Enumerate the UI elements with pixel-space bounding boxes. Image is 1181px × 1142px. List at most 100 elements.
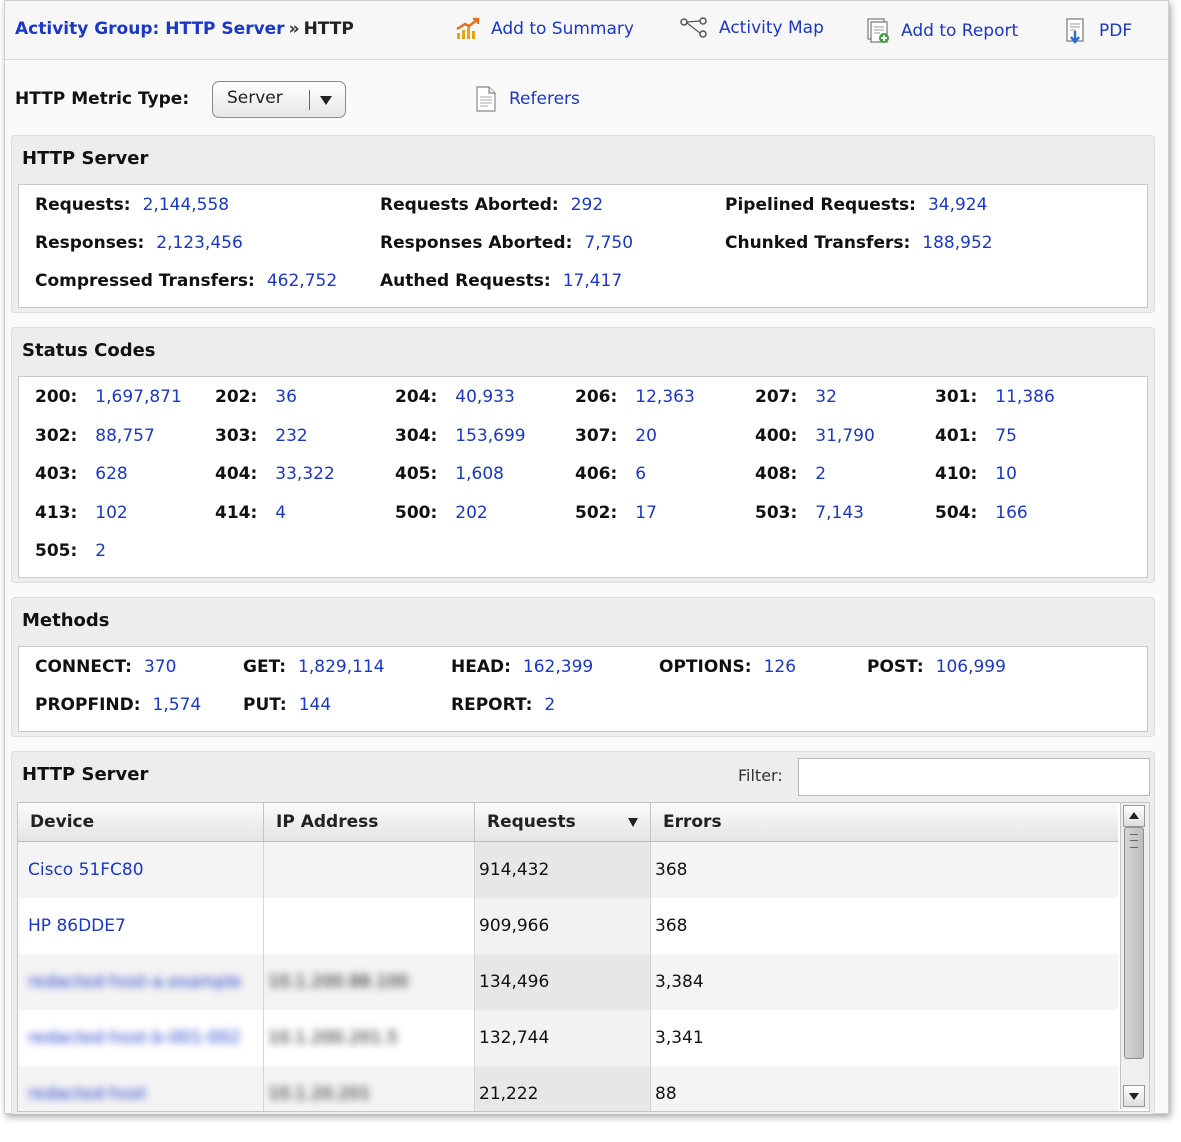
- method-value: 162,399: [522, 657, 594, 677]
- vertical-scrollbar[interactable]: [1120, 803, 1149, 1109]
- scroll-down-icon[interactable]: [1123, 1085, 1145, 1107]
- device-cell[interactable]: HP 86DDE7: [18, 898, 264, 954]
- scrollbar-thumb[interactable]: [1124, 827, 1144, 1059]
- errors-cell: 368: [651, 842, 1118, 898]
- column-header-errors[interactable]: Errors: [651, 803, 1118, 841]
- device-cell[interactable]: redacted-host: [18, 1066, 264, 1111]
- pdf-label: PDF: [1099, 21, 1133, 41]
- column-header-device[interactable]: Device: [18, 803, 264, 841]
- metric-type-select[interactable]: Server: [212, 81, 346, 118]
- methods-panel: Methods CONNECT: 370 GET: 1,829,114 HEAD: 162…: [11, 597, 1155, 737]
- activity-map-button[interactable]: Activity Map: [679, 17, 824, 39]
- method-item: HEAD: 162,399: [451, 657, 593, 677]
- errors-cell-text: 368: [655, 860, 688, 880]
- select-divider: [309, 90, 310, 110]
- add-to-report-button[interactable]: Add to Report: [865, 17, 1018, 45]
- method-item: PUT: 144: [243, 695, 331, 715]
- table-row[interactable]: HP 86DDE7 909,966 368: [18, 898, 1118, 954]
- status-code-value: 20: [635, 425, 657, 446]
- metric-type-row: HTTP Metric Type: Server Referers: [15, 81, 1155, 121]
- status-code-value: 10: [995, 464, 1017, 484]
- status-code-label: 202:: [215, 387, 258, 407]
- http-stat-value: 7,750: [584, 233, 634, 253]
- status-code-label: 303:: [215, 425, 258, 446]
- column-header-requests[interactable]: Requests: [475, 803, 651, 841]
- requests-cell-text: 21,222: [479, 1084, 539, 1104]
- method-label: GET:: [243, 657, 287, 677]
- errors-cell-text: 88: [655, 1084, 677, 1104]
- status-code-label: 302:: [35, 425, 78, 446]
- status-code-item: 202: 36: [215, 387, 297, 407]
- http-stat-item: Authed Requests: 17,417: [380, 271, 622, 291]
- method-item: GET: 1,829,114: [243, 657, 385, 677]
- scroll-up-icon[interactable]: [1123, 805, 1145, 827]
- status-code-value: 12,363: [635, 387, 695, 407]
- status-code-label: 505:: [35, 541, 78, 561]
- method-label: REPORT:: [451, 695, 533, 715]
- table-row[interactable]: redacted-host 10.1.20.201 21,222 88: [18, 1066, 1118, 1111]
- status-code-label: 503:: [755, 502, 798, 523]
- ip-cell: [264, 842, 475, 898]
- referers-link[interactable]: Referers: [475, 85, 580, 113]
- requests-cell-text: 134,496: [479, 972, 550, 992]
- column-header-ip-address[interactable]: IP Address: [264, 803, 475, 841]
- requests-cell-text: 909,966: [479, 916, 550, 936]
- device-cell[interactable]: redacted-host-a.example: [18, 954, 264, 1010]
- status-code-label: 307:: [575, 425, 618, 446]
- status-code-item: 505: 2: [35, 541, 106, 561]
- grip-icon: [1130, 834, 1138, 848]
- method-label: HEAD:: [451, 657, 511, 677]
- breadcrumb: Activity Group: HTTP Server» HTTP: [15, 19, 354, 39]
- metric-type-label: HTTP Metric Type:: [15, 89, 190, 109]
- table-row[interactable]: Cisco 51FC80 914,432 368: [18, 842, 1118, 898]
- status-codes-panel: Status Codes 200: 1,697,871 202: 36 204: 40,9…: [11, 327, 1155, 583]
- device-table: Device IP Address Requests Errors Cisco …: [17, 802, 1150, 1112]
- errors-cell-text: 368: [655, 916, 688, 936]
- status-code-label: 406:: [575, 464, 618, 484]
- filter-label: Filter:: [738, 766, 783, 785]
- requests-cell: 132,744: [475, 1010, 651, 1066]
- http-stat-value: 2,123,456: [156, 233, 243, 253]
- status-code-value: 36: [275, 387, 297, 407]
- method-label: OPTIONS:: [659, 657, 752, 677]
- status-code-value: 31,790: [815, 425, 875, 446]
- methods-title: Methods: [22, 610, 110, 631]
- activity-map-icon: [680, 17, 707, 38]
- http-stat-item: Requests: 2,144,558: [35, 195, 229, 215]
- ip-cell: [264, 898, 475, 954]
- device-cell[interactable]: redacted-host-b-001-002: [18, 1010, 264, 1066]
- filter-input[interactable]: [798, 758, 1150, 796]
- http-stat-value: 17,417: [562, 271, 623, 291]
- method-value: 144: [298, 695, 332, 715]
- status-code-item: 206: 12,363: [575, 387, 695, 407]
- http-server-panel: HTTP Server Requests: 2,144,558 Requests A…: [11, 135, 1155, 313]
- breadcrumb-group-link[interactable]: Activity Group: HTTP Server: [15, 19, 285, 39]
- ip-cell-text: 10.1.20.201: [268, 1084, 371, 1104]
- device-cell-text: Cisco 51FC80: [28, 860, 144, 880]
- http-stat-item: Responses Aborted: 7,750: [380, 233, 633, 253]
- status-code-value: 7,143: [815, 502, 864, 523]
- status-code-label: 200:: [35, 387, 78, 407]
- http-stat-label: Responses Aborted:: [380, 233, 573, 253]
- status-code-item: 414: 4: [215, 503, 286, 523]
- status-code-item: 304: 153,699: [395, 426, 526, 446]
- status-code-item: 406: 6: [575, 464, 646, 484]
- chart-up-icon: [456, 17, 480, 39]
- status-code-label: 500:: [395, 502, 438, 523]
- table-row[interactable]: redacted-host-a.example 10.1.200.88.100 13…: [18, 954, 1118, 1010]
- pdf-button[interactable]: PDF: [1063, 17, 1132, 45]
- status-code-label: 414:: [215, 502, 258, 523]
- status-code-item: 500: 202: [395, 503, 488, 523]
- status-code-item: 302: 88,757: [35, 426, 155, 446]
- http-stat-value: 292: [570, 195, 604, 215]
- status-code-value: 33,322: [275, 464, 335, 484]
- status-codes-title: Status Codes: [22, 340, 156, 361]
- status-code-label: 504:: [935, 502, 978, 523]
- device-cell[interactable]: Cisco 51FC80: [18, 842, 264, 898]
- status-code-label: 408:: [755, 464, 798, 484]
- sort-descending-icon: [628, 818, 638, 827]
- requests-cell: 914,432: [475, 842, 651, 898]
- table-row[interactable]: redacted-host-b-001-002 10.1.200.201.5 132…: [18, 1010, 1118, 1066]
- device-table-panel: HTTP Server Filter: Device IP Address Re…: [11, 751, 1155, 1114]
- add-to-summary-button[interactable]: Add to Summary: [455, 17, 634, 41]
